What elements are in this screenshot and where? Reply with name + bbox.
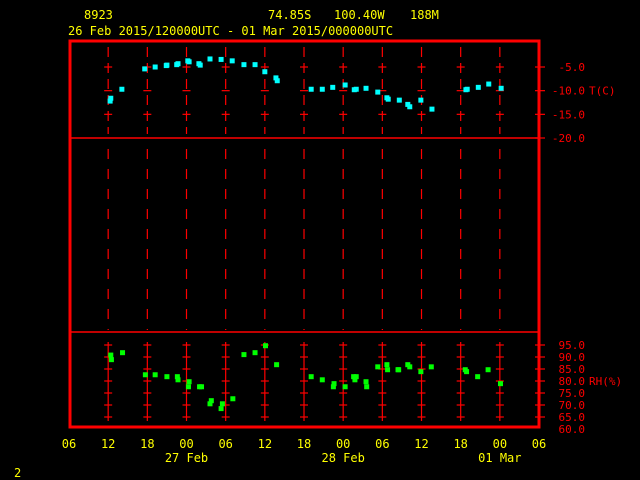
rh-point <box>308 374 314 380</box>
x-tick-label: 06 <box>218 437 232 451</box>
page-number: 2 <box>14 466 21 480</box>
x-tick-label: 00 <box>493 437 507 451</box>
rh-point <box>108 352 114 358</box>
rh-tick-label: 60.0 <box>559 423 586 436</box>
temperature-point <box>330 84 336 90</box>
temperature-point <box>375 89 381 95</box>
rh-point <box>364 384 370 390</box>
rh-axis-title: RH(%) <box>589 375 622 388</box>
temperature-point <box>175 61 181 67</box>
rh-point <box>428 364 434 370</box>
t-tick-label: -10.0 <box>552 85 585 98</box>
temperature-point <box>342 82 348 88</box>
temperature-point <box>262 69 268 75</box>
rh-point <box>152 372 158 378</box>
rh-point <box>384 362 390 368</box>
rh-point <box>207 401 213 407</box>
t-axis-title: T(C) <box>589 85 616 98</box>
temperature-point <box>252 62 258 68</box>
temperature-point <box>418 97 424 103</box>
x-tick-label: 12 <box>414 437 428 451</box>
temperature-point <box>396 97 402 103</box>
x-tick-label: 12 <box>258 437 272 451</box>
rh-point <box>319 377 325 383</box>
meteogram: 8923 74.85S 100.40W 188M 26 Feb 2015/120… <box>14 8 622 480</box>
temperature-point <box>241 62 247 68</box>
rh-point <box>241 352 247 358</box>
rh-point <box>352 377 358 383</box>
rh-point <box>108 357 114 363</box>
temperature-point <box>353 86 359 92</box>
t-tick-label: -20.0 <box>552 132 585 145</box>
t-tick-label: -5.0 <box>559 61 586 74</box>
rh-point <box>230 396 236 402</box>
elevation: 188M <box>410 8 439 22</box>
rh-point <box>186 379 192 385</box>
rh-point <box>262 343 268 349</box>
temperature-point <box>308 86 314 92</box>
temperature-point <box>274 78 280 84</box>
x-tick-label: 00 <box>179 437 193 451</box>
temperature-point <box>363 85 369 91</box>
x-tick-label: 18 <box>297 437 311 451</box>
rh-point <box>219 401 225 407</box>
temperature-point <box>108 95 114 101</box>
rh-point <box>396 367 402 373</box>
x-tick-label: 00 <box>336 437 350 451</box>
rh-point <box>363 379 369 385</box>
rh-point <box>164 374 170 380</box>
temperature-point <box>142 66 148 72</box>
x-tick-label: 06 <box>375 437 389 451</box>
rh-point <box>418 369 424 375</box>
temperature-point <box>207 56 213 62</box>
x-tick-label: 12 <box>101 437 115 451</box>
date-label: 28 Feb <box>321 451 364 465</box>
rh-point <box>342 384 348 390</box>
rh-point <box>330 384 336 390</box>
data-marks <box>107 56 504 412</box>
rh-point <box>498 381 504 387</box>
rh-point <box>475 374 481 380</box>
station-id: 8923 <box>84 8 113 22</box>
temperature-point <box>186 59 192 65</box>
temperature-point <box>218 56 224 62</box>
rh-point <box>120 350 126 356</box>
temperature-point <box>407 104 413 110</box>
rh-point <box>252 350 258 356</box>
rh-point <box>274 362 280 368</box>
x-tick-label: 06 <box>532 437 546 451</box>
temperature-point <box>197 62 203 68</box>
rh-point <box>185 384 191 390</box>
rh-point <box>175 377 181 383</box>
rh-point <box>385 367 391 373</box>
rh-point <box>218 406 224 412</box>
rh-point <box>464 369 470 375</box>
temperature-point <box>152 64 158 70</box>
latitude: 74.85S <box>268 8 311 22</box>
rh-point <box>375 364 381 370</box>
longitude: 100.40W <box>334 8 385 22</box>
temperature-point <box>429 106 435 112</box>
x-tick-label: 06 <box>62 437 76 451</box>
time-range: 26 Feb 2015/120000UTC - 01 Mar 2015/0000… <box>68 24 393 38</box>
grid <box>104 47 504 421</box>
rh-point <box>142 372 148 378</box>
rh-point <box>485 367 491 373</box>
date-label: 27 Feb <box>165 451 208 465</box>
rh-point <box>407 364 413 370</box>
t-tick-label: -15.0 <box>552 108 585 121</box>
temperature-point <box>486 81 492 87</box>
temperature-point <box>385 96 391 102</box>
x-tick-label: 18 <box>140 437 154 451</box>
temperature-point <box>319 86 325 92</box>
temperature-point <box>475 84 481 90</box>
temperature-point <box>164 62 170 68</box>
rh-point <box>199 384 205 390</box>
temperature-point <box>229 58 235 64</box>
temperature-point <box>498 85 504 91</box>
temperature-point <box>464 86 470 92</box>
temperature-point <box>119 86 125 92</box>
date-label: 01 Mar <box>478 451 521 465</box>
x-tick-label: 18 <box>453 437 467 451</box>
